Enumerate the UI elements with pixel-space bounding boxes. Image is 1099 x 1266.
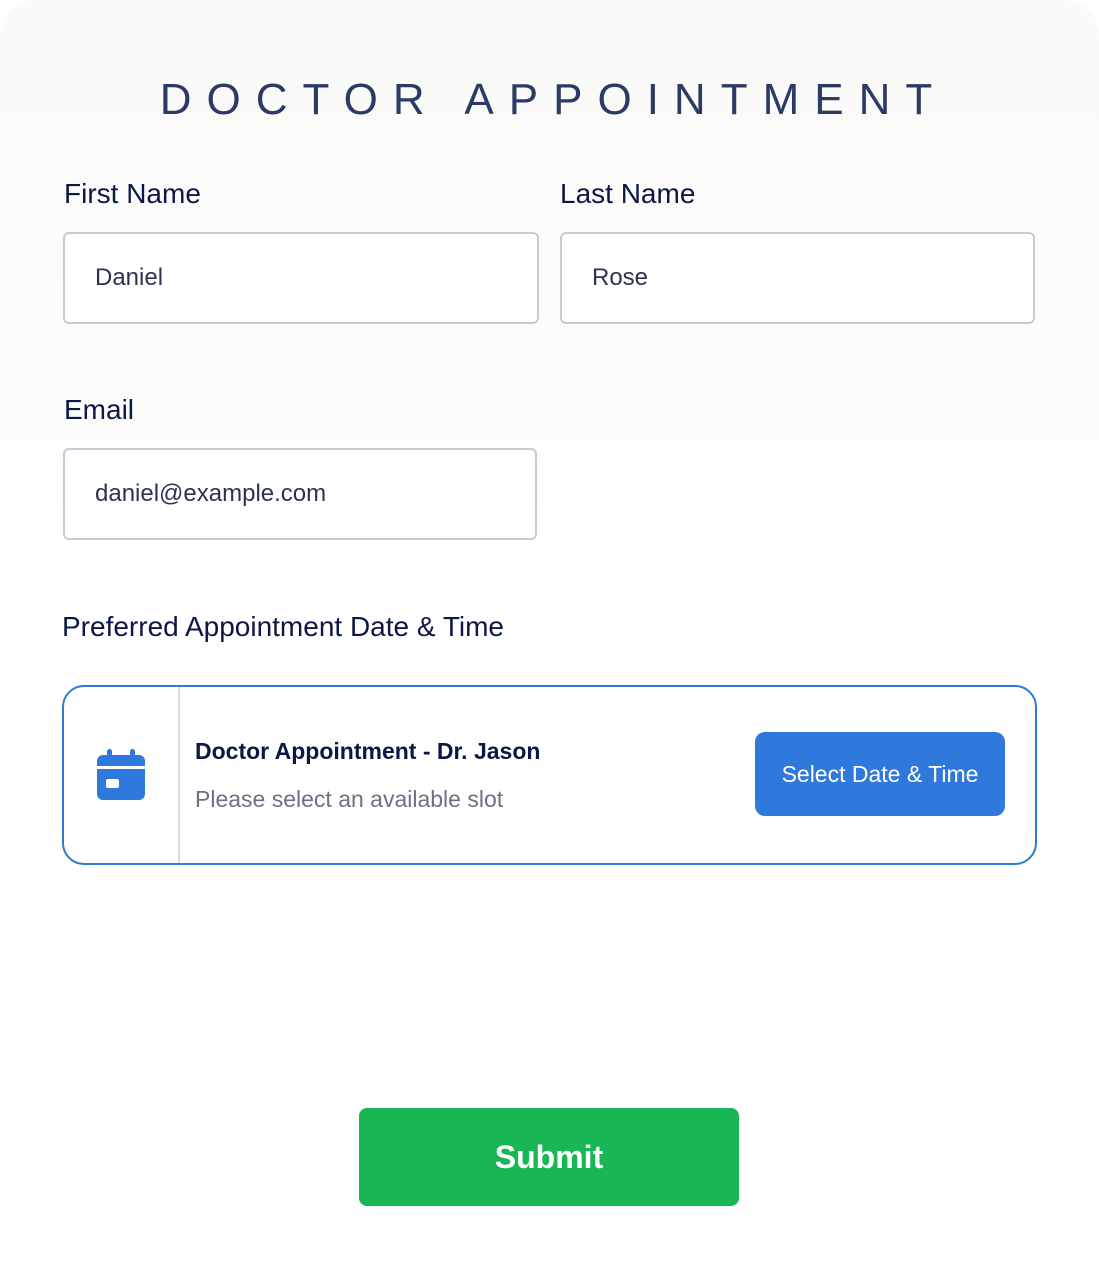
- slot-icon-column: [64, 687, 180, 863]
- submit-button[interactable]: Submit: [359, 1108, 739, 1206]
- last-name-label: Last Name: [560, 178, 696, 209]
- appointment-slot-widget: Doctor Appointment - Dr. Jason Please se…: [62, 685, 1037, 865]
- appointment-slot-title: Doctor Appointment - Dr. Jason: [195, 738, 541, 764]
- appointment-label: Preferred Appointment Date & Time: [62, 611, 504, 642]
- first-name-input[interactable]: Daniel: [63, 232, 539, 324]
- appointment-slot-subtitle: Please select an available slot: [195, 786, 504, 812]
- calendar-icon: [97, 749, 145, 800]
- form-title: DOCTOR APPOINTMENT: [159, 75, 948, 124]
- first-name-value: Daniel: [95, 264, 164, 291]
- select-date-time-button[interactable]: Select Date & Time: [755, 732, 1005, 816]
- last-name-value: Rose: [592, 264, 649, 291]
- email-label: Email: [64, 394, 135, 425]
- first-name-label: First Name: [64, 178, 201, 209]
- email-input[interactable]: daniel@example.com: [63, 448, 537, 540]
- last-name-input[interactable]: Rose: [560, 232, 1035, 324]
- email-value: daniel@example.com: [95, 480, 327, 507]
- form-card: DOCTOR APPOINTMENT First Name Daniel Las…: [0, 0, 1099, 1266]
